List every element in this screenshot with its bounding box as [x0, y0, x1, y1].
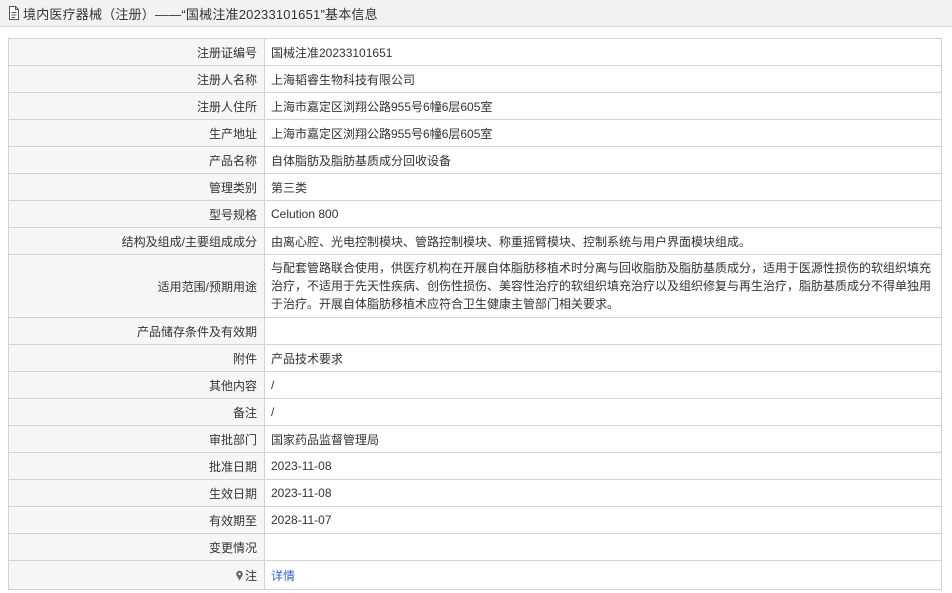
table-row: 型号规格 Celution 800 — [8, 200, 942, 228]
table-row: 产品名称 自体脂肪及脂肪基质成分回收设备 — [8, 146, 942, 174]
table-row: 备注 / — [8, 398, 942, 426]
field-label: 注册证编号 — [8, 38, 265, 66]
field-label: 备注 — [8, 398, 265, 426]
field-label: 附件 — [8, 344, 265, 372]
field-label: 注册人名称 — [8, 65, 265, 93]
table-row: 变更情况 — [8, 533, 942, 561]
field-value: 国家药品监督管理局 — [264, 425, 942, 453]
details-link[interactable]: 详情 — [271, 569, 295, 583]
field-label: 管理类别 — [8, 173, 265, 201]
field-label: 产品名称 — [8, 146, 265, 174]
field-value: 2023-11-08 — [264, 479, 942, 507]
note-value-cell: 详情 — [264, 560, 942, 590]
field-value: 2023-11-08 — [264, 452, 942, 480]
field-label: 变更情况 — [8, 533, 265, 561]
field-value: 与配套管路联合使用，供医疗机构在开展自体脂肪移植术时分离与回收脂肪及脂肪基质成分… — [264, 254, 942, 318]
field-value: 第三类 — [264, 173, 942, 201]
field-value: / — [264, 398, 942, 426]
field-value: 2028-11-07 — [264, 506, 942, 534]
field-label: 注册人住所 — [8, 92, 265, 120]
table-row: 生效日期 2023-11-08 — [8, 479, 942, 507]
field-label: 适用范围/预期用途 — [8, 254, 265, 318]
field-label: 其他内容 — [8, 371, 265, 399]
field-value: Celution 800 — [264, 200, 942, 228]
field-value: / — [264, 371, 942, 399]
table-row: 审批部门 国家药品监督管理局 — [8, 425, 942, 453]
field-label: 生效日期 — [8, 479, 265, 507]
field-value — [264, 317, 942, 345]
pin-icon — [236, 570, 243, 581]
table-row: 有效期至 2028-11-07 — [8, 506, 942, 534]
field-label: 产品储存条件及有效期 — [8, 317, 265, 345]
field-label: 型号规格 — [8, 200, 265, 228]
note-label-cell: 注 — [8, 560, 265, 590]
field-label: 结构及组成/主要组成成分 — [8, 227, 265, 255]
table-row: 批准日期 2023-11-08 — [8, 452, 942, 480]
table-row: 管理类别 第三类 — [8, 173, 942, 201]
note-label: 注 — [244, 568, 257, 583]
page-header: 境内医疗器械（注册）——“国械注准20233101651”基本信息 — [0, 0, 952, 27]
field-value: 自体脂肪及脂肪基质成分回收设备 — [264, 146, 942, 174]
field-value: 由离心腔、光电控制模块、管路控制模块、称重摇臂模块、控制系统与用户界面模块组成。 — [264, 227, 942, 255]
table-row: 附件 产品技术要求 — [8, 344, 942, 372]
field-value: 上海市嘉定区浏翔公路955号6幢6层605室 — [264, 119, 942, 147]
document-icon — [9, 6, 19, 20]
table-row: 生产地址 上海市嘉定区浏翔公路955号6幢6层605室 — [8, 119, 942, 147]
field-label: 批准日期 — [8, 452, 265, 480]
field-label: 有效期至 — [8, 506, 265, 534]
table-row: 其他内容 / — [8, 371, 942, 399]
field-value — [264, 533, 942, 561]
table-row: 注册人住所 上海市嘉定区浏翔公路955号6幢6层605室 — [8, 92, 942, 120]
page-title: 境内医疗器械（注册）——“国械注准20233101651”基本信息 — [23, 6, 378, 22]
field-value: 上海韬睿生物科技有限公司 — [264, 65, 942, 93]
basic-info-table: 注册证编号 国械注准20233101651 注册人名称 上海韬睿生物科技有限公司… — [8, 38, 942, 590]
table-row: 注册人名称 上海韬睿生物科技有限公司 — [8, 65, 942, 93]
field-value: 产品技术要求 — [264, 344, 942, 372]
table-row: 适用范围/预期用途 与配套管路联合使用，供医疗机构在开展自体脂肪移植术时分离与回… — [8, 254, 942, 318]
field-label: 审批部门 — [8, 425, 265, 453]
field-value: 国械注准20233101651 — [264, 38, 942, 66]
field-label: 生产地址 — [8, 119, 265, 147]
note-row: 注 详情 — [8, 560, 942, 590]
table-row: 产品储存条件及有效期 — [8, 317, 942, 345]
field-value: 上海市嘉定区浏翔公路955号6幢6层605室 — [264, 92, 942, 120]
table-row: 注册证编号 国械注准20233101651 — [8, 38, 942, 66]
table-row: 结构及组成/主要组成成分 由离心腔、光电控制模块、管路控制模块、称重摇臂模块、控… — [8, 227, 942, 255]
